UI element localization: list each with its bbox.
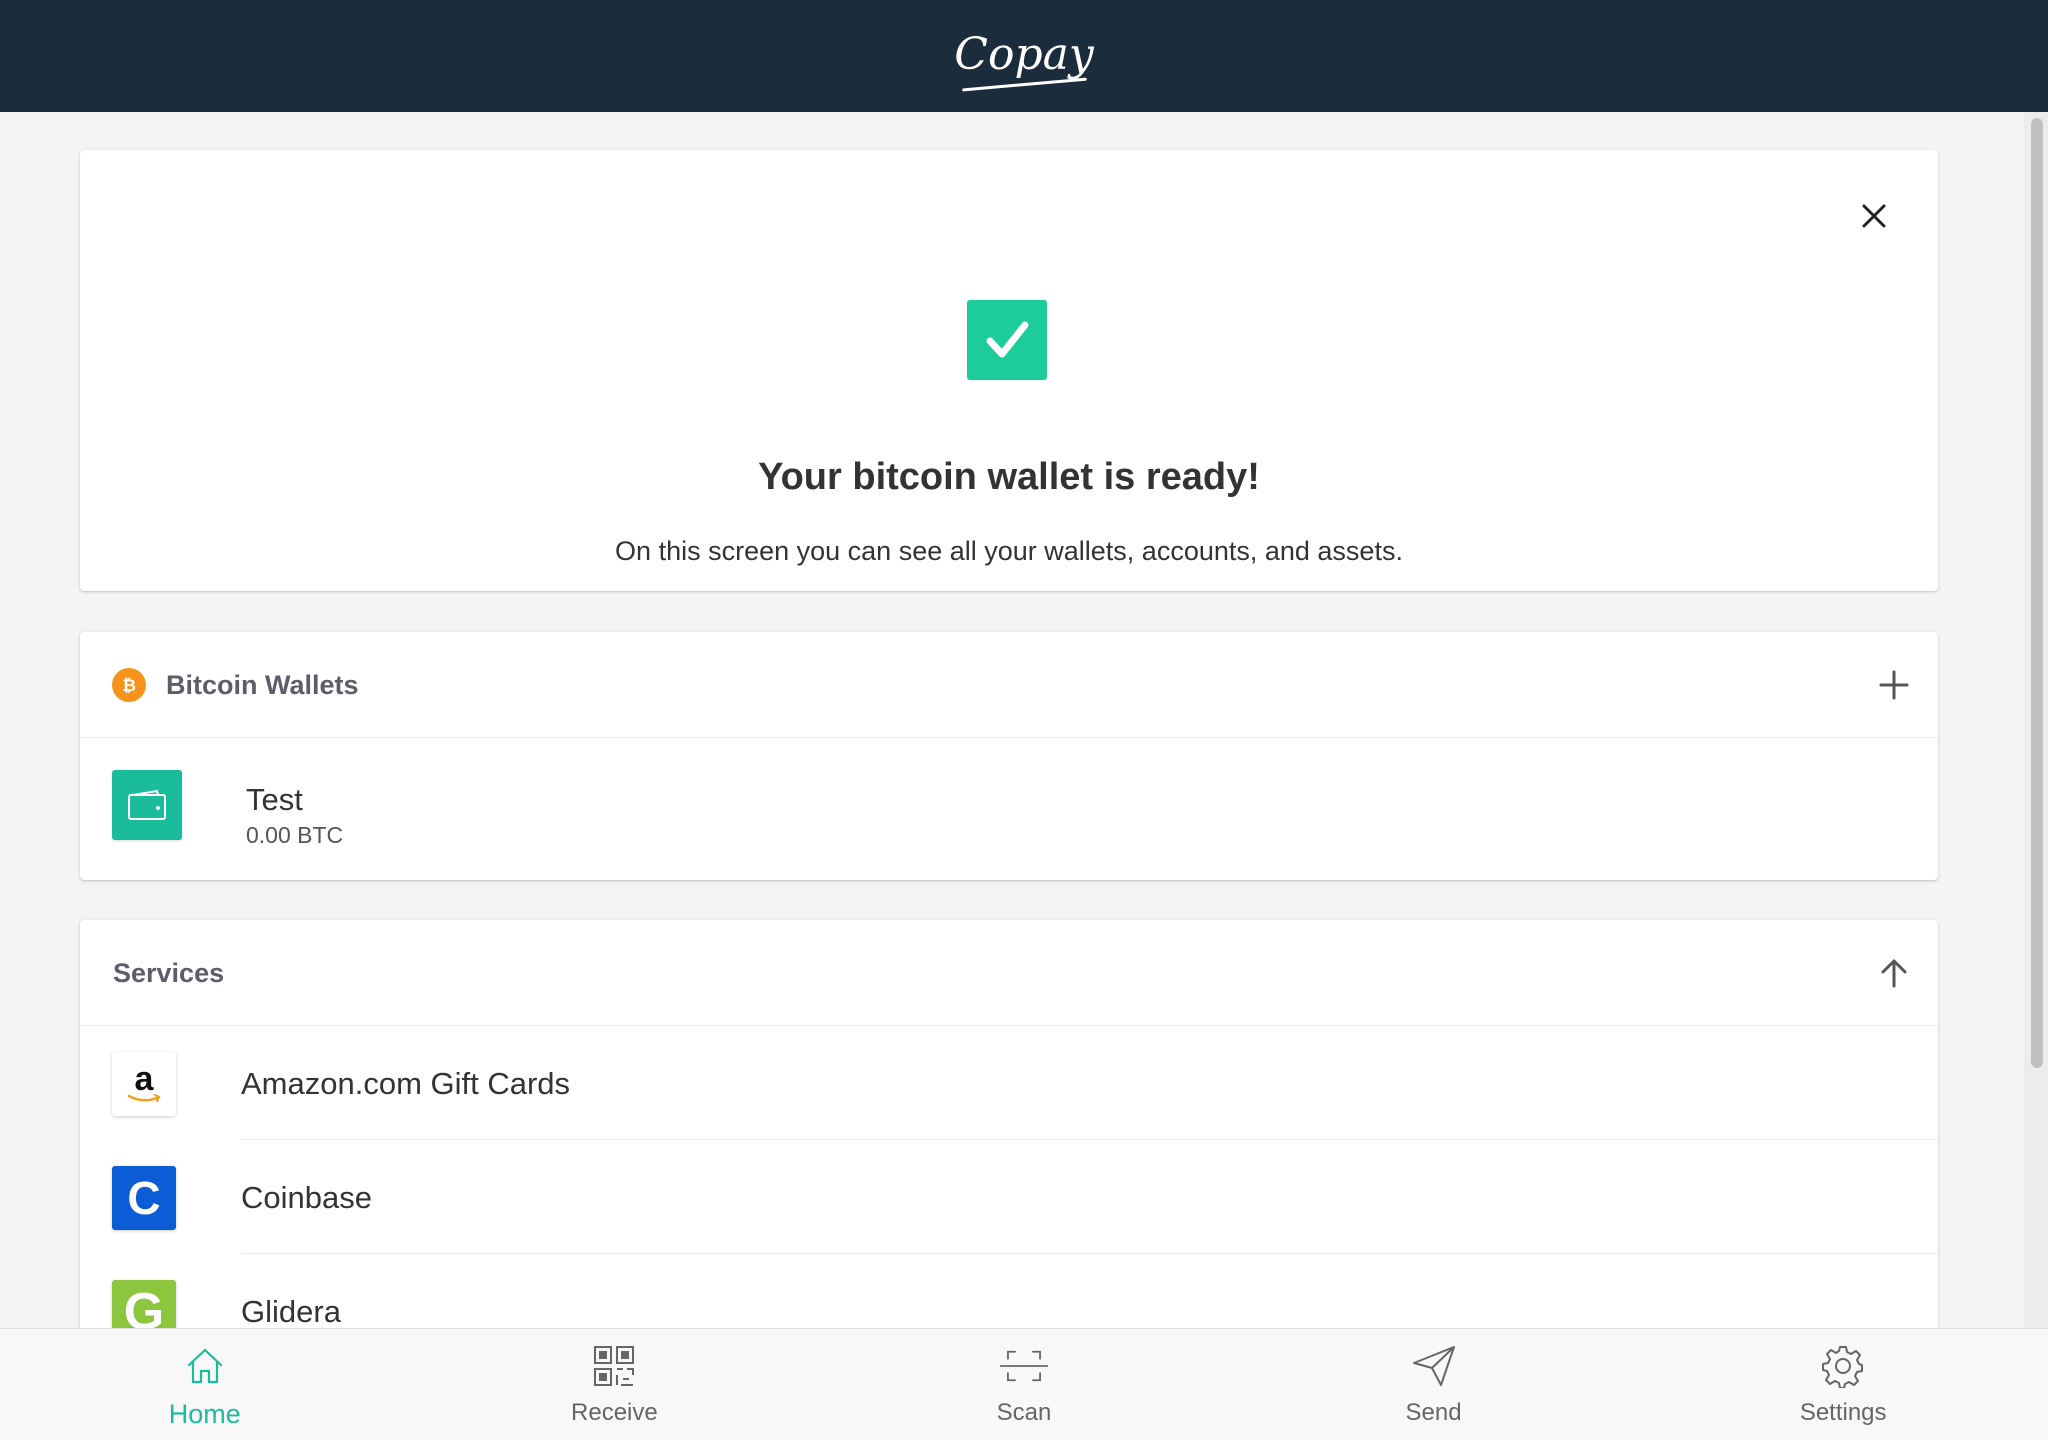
wallets-section-title: Bitcoin Wallets bbox=[166, 670, 359, 700]
service-item-amazon[interactable]: a Amazon.com Gift Cards bbox=[80, 1026, 1938, 1140]
ready-title: Your bitcoin wallet is ready! bbox=[758, 456, 1260, 498]
tab-settings[interactable]: Settings bbox=[1638, 1329, 2048, 1440]
home-content[interactable]: Your bitcoin wallet is ready! On this sc… bbox=[0, 112, 2048, 1328]
gear-icon bbox=[1818, 1341, 1868, 1391]
glidera-icon: G bbox=[112, 1280, 176, 1328]
amazon-icon: a bbox=[112, 1052, 176, 1116]
wallet-ready-card: Your bitcoin wallet is ready! On this sc… bbox=[80, 150, 1938, 591]
scrollbar-thumb[interactable] bbox=[2031, 118, 2043, 1068]
tab-label: Scan bbox=[996, 1399, 1052, 1426]
arrow-up-icon bbox=[1881, 959, 1907, 988]
bitcoin-icon: ₿ bbox=[112, 668, 146, 702]
wallet-name: Test bbox=[246, 782, 303, 817]
service-item-coinbase[interactable]: C Coinbase bbox=[80, 1140, 1938, 1254]
app-header: Copay bbox=[0, 0, 2048, 112]
checkmark-icon bbox=[967, 300, 1047, 380]
wallet-item[interactable]: Test 0.00 BTC bbox=[80, 738, 1938, 880]
plus-icon bbox=[1879, 670, 1909, 700]
tab-label: Receive bbox=[571, 1399, 658, 1426]
paper-plane-icon bbox=[1409, 1341, 1459, 1391]
bottom-tab-bar: Home Receive Scan Send Settings bbox=[0, 1328, 2048, 1440]
copay-logo: Copay bbox=[954, 29, 1094, 91]
bitcoin-wallets-card: ₿ Bitcoin Wallets Test 0.00 BTC bbox=[80, 632, 1938, 880]
service-name: Glidera bbox=[241, 1294, 341, 1328]
wallet-icon bbox=[112, 770, 182, 840]
tab-receive[interactable]: Receive bbox=[410, 1329, 820, 1440]
tab-send[interactable]: Send bbox=[1229, 1329, 1639, 1440]
svg-text:₿: ₿ bbox=[122, 676, 136, 696]
add-wallet-button[interactable] bbox=[1870, 661, 1918, 709]
tab-home[interactable]: Home bbox=[0, 1329, 410, 1440]
close-icon bbox=[1862, 204, 1886, 228]
qr-code-icon bbox=[589, 1341, 639, 1391]
tab-label: Home bbox=[168, 1399, 241, 1429]
services-card: Services a Amazon.com Gift Cards C Coinb… bbox=[80, 920, 1938, 1328]
scan-icon bbox=[999, 1341, 1049, 1391]
service-name: Coinbase bbox=[241, 1180, 372, 1215]
wallets-section-header: ₿ Bitcoin Wallets bbox=[80, 632, 1938, 738]
home-icon bbox=[180, 1341, 230, 1391]
close-ready-card-button[interactable] bbox=[1850, 192, 1898, 240]
tab-label: Settings bbox=[1799, 1399, 1887, 1426]
services-section-title: Services bbox=[113, 958, 225, 988]
service-name: Amazon.com Gift Cards bbox=[241, 1066, 571, 1101]
scrollbar[interactable] bbox=[2024, 112, 2048, 1328]
wallet-balance: 0.00 BTC bbox=[246, 822, 344, 848]
tab-label: Send bbox=[1405, 1399, 1462, 1426]
services-section-header: Services bbox=[80, 920, 1938, 1026]
tab-scan[interactable]: Scan bbox=[819, 1329, 1229, 1440]
collapse-services-button[interactable] bbox=[1870, 949, 1918, 997]
coinbase-icon: C bbox=[112, 1166, 176, 1230]
ready-subtitle: On this screen you can see all your wall… bbox=[615, 536, 1403, 566]
service-item-glidera[interactable]: G Glidera bbox=[80, 1254, 1938, 1328]
